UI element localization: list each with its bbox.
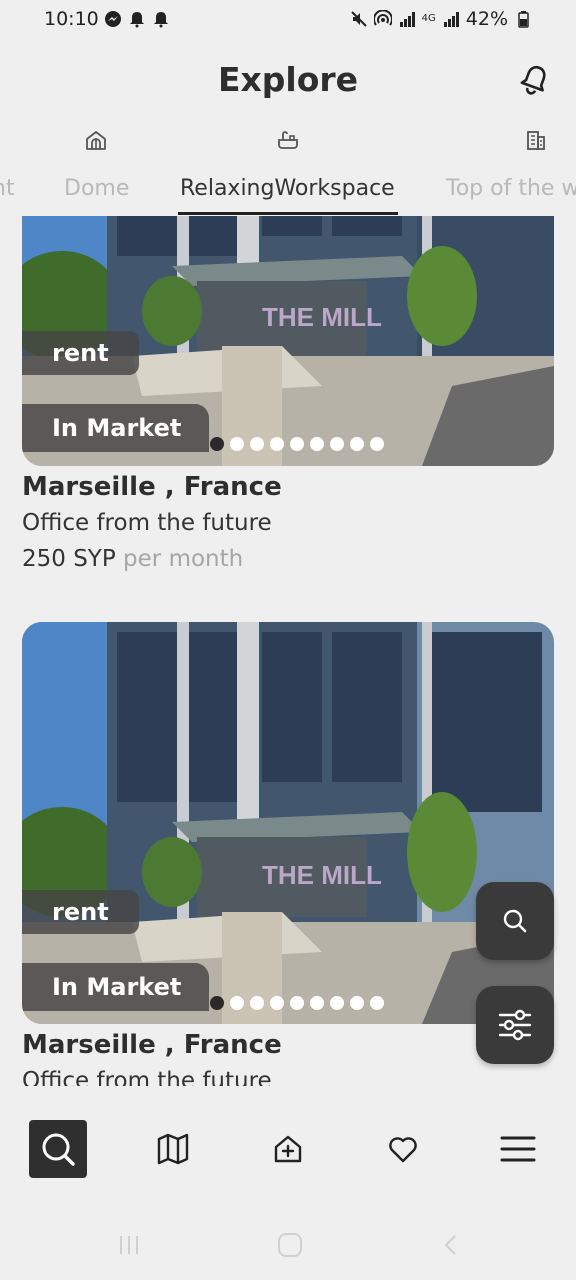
pagination-dot[interactable]	[350, 996, 364, 1010]
status-bar: 10:10 4G 42%	[0, 0, 576, 42]
listing-image[interactable]: THE MILL rent In Market	[22, 622, 554, 1024]
tab-top-of-the-world[interactable]: Top of the w	[446, 120, 576, 216]
system-navigation-bar	[0, 1212, 576, 1280]
pagination-dot[interactable]	[230, 996, 244, 1010]
back-icon[interactable]	[443, 1234, 459, 1256]
network-type: 4G	[421, 13, 436, 24]
image-pagination-dots[interactable]	[210, 437, 384, 451]
pagination-dot[interactable]	[250, 437, 264, 451]
pagination-dot[interactable]	[330, 437, 344, 451]
pagination-dot[interactable]	[350, 437, 364, 451]
home-icon[interactable]	[277, 1232, 303, 1258]
pagination-dot[interactable]	[370, 437, 384, 451]
category-tabs: nt Dome RelaxingWorkspace Top of the w	[0, 120, 576, 216]
nav-favorites[interactable]	[374, 1120, 432, 1178]
notification-bell-icon	[130, 12, 144, 28]
svg-text:THE MILL: THE MILL	[262, 860, 382, 890]
listing-image[interactable]: THE MILL rent In Market	[22, 216, 554, 466]
search-fab[interactable]	[476, 882, 554, 960]
page-title: Explore	[217, 60, 359, 99]
listing-status-badge: In Market	[22, 963, 210, 1011]
listing-description: Office from the future	[22, 1068, 272, 1086]
search-icon	[503, 909, 527, 933]
add-home-icon	[274, 1135, 302, 1163]
listing-location: Marseille , France	[22, 472, 282, 502]
tab-partial[interactable]: nt	[0, 120, 22, 216]
signal-icon	[399, 12, 415, 27]
tab-relaxingworkspace[interactable]: RelaxingWorkspace	[180, 120, 400, 216]
pagination-dot[interactable]	[210, 437, 224, 451]
pagination-dot[interactable]	[270, 437, 284, 451]
notifications-button[interactable]	[518, 62, 552, 96]
nav-add-property[interactable]	[259, 1120, 317, 1178]
listing-location: Marseille , France	[22, 1030, 282, 1060]
pagination-dot[interactable]	[310, 996, 324, 1010]
image-pagination-dots[interactable]	[210, 996, 384, 1010]
filters-fab[interactable]	[476, 986, 554, 1064]
bathtub-icon	[278, 131, 298, 149]
pagination-dot[interactable]	[290, 437, 304, 451]
pagination-dot[interactable]	[230, 437, 244, 451]
recent-apps-icon[interactable]	[118, 1234, 140, 1256]
hotspot-icon	[373, 10, 392, 26]
menu-icon	[500, 1136, 536, 1162]
map-icon	[157, 1133, 189, 1165]
notification-bell-icon-2	[154, 12, 168, 28]
pagination-dot[interactable]	[210, 996, 224, 1010]
listing-status-badge: In Market	[22, 404, 210, 452]
svg-text:THE MILL: THE MILL	[262, 302, 382, 332]
bell-icon	[520, 65, 546, 95]
listing-type-badge: rent	[22, 890, 139, 934]
bottom-navigation	[0, 1086, 576, 1212]
listing-description: Office from the future	[22, 510, 272, 536]
listing-type-badge: rent	[22, 331, 139, 375]
messenger-icon	[105, 11, 121, 27]
price-period: per month	[123, 546, 244, 572]
search-icon	[42, 1133, 75, 1166]
sliders-icon	[498, 1009, 532, 1041]
listing-price: 250 SYP per month	[22, 546, 554, 572]
dome-house-icon	[86, 131, 106, 150]
price-value: 250 SYP	[22, 546, 116, 572]
pagination-dot[interactable]	[310, 437, 324, 451]
pagination-dot[interactable]	[370, 996, 384, 1010]
pagination-dot[interactable]	[270, 996, 284, 1010]
nav-search[interactable]	[29, 1120, 87, 1178]
battery-icon	[518, 11, 529, 28]
listing-card[interactable]: THE MILL rent In Market Marseille , Fran…	[22, 622, 554, 1086]
pagination-dot[interactable]	[250, 996, 264, 1010]
building-icon	[527, 131, 545, 150]
heart-icon	[389, 1137, 417, 1163]
status-time: 10:10	[44, 8, 99, 30]
tab-dome[interactable]: Dome	[64, 120, 134, 216]
battery-percent: 42%	[465, 8, 508, 30]
pagination-dot[interactable]	[330, 996, 344, 1010]
mute-icon	[350, 11, 367, 27]
nav-menu[interactable]	[489, 1120, 547, 1178]
pagination-dot[interactable]	[290, 996, 304, 1010]
active-tab-indicator	[178, 212, 398, 215]
listing-card[interactable]: THE MILL rent In Market Marseille , Fran…	[22, 216, 554, 572]
signal-icon-2	[443, 12, 459, 27]
nav-map[interactable]	[144, 1120, 202, 1178]
